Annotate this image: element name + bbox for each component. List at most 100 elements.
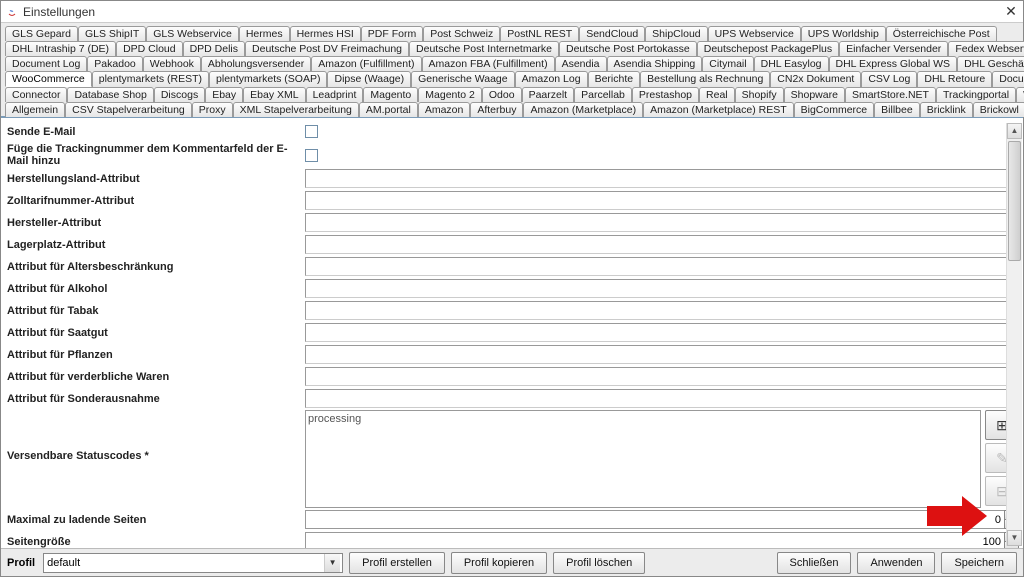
tab-parcellab[interactable]: Parcellab — [574, 87, 632, 102]
tab-abholungsversender[interactable]: Abholungsversender — [201, 56, 311, 71]
scroll-up-button[interactable]: ▲ — [1007, 123, 1022, 139]
tab-magento-2[interactable]: Magento 2 — [418, 87, 482, 102]
tab-leadprint[interactable]: Leadprint — [306, 87, 364, 102]
tab-brickowl[interactable]: Brickowl — [973, 102, 1024, 117]
tab-plentymarkets-rest-[interactable]: plentymarkets (REST) — [92, 71, 209, 87]
input-lagerplatz[interactable] — [305, 235, 1019, 254]
tab-asendia[interactable]: Asendia — [555, 56, 607, 71]
create-profile-button[interactable]: Profil erstellen — [349, 552, 445, 574]
listbox-statuscodes[interactable]: processing — [305, 410, 981, 508]
tab-csv-stapelverarbeitung[interactable]: CSV Stapelverarbeitung — [65, 102, 192, 117]
tab-amazon-marketplace-[interactable]: Amazon (Marketplace) — [523, 102, 643, 117]
tab-amazon-log[interactable]: Amazon Log — [515, 71, 588, 87]
input-seitengroesse[interactable] — [305, 532, 1004, 548]
tab-post-schweiz[interactable]: Post Schweiz — [423, 26, 500, 41]
tab-billbee[interactable]: Billbee — [874, 102, 920, 117]
input-herstellungsland[interactable] — [305, 169, 1019, 188]
tab-gls-webservice[interactable]: GLS Webservice — [146, 26, 239, 41]
tab-prestashop[interactable]: Prestashop — [632, 87, 699, 102]
scroll-thumb[interactable] — [1008, 141, 1021, 261]
tab-dpd-delis[interactable]: DPD Delis — [183, 41, 245, 56]
tab-sendcloud[interactable]: SendCloud — [579, 26, 645, 41]
delete-profile-button[interactable]: Profil löschen — [553, 552, 645, 574]
tab-bricklink[interactable]: Bricklink — [920, 102, 973, 117]
tab-document-downloader[interactable]: Document Downloader — [992, 71, 1024, 87]
tab-webhook[interactable]: Webhook — [143, 56, 201, 71]
tab-shopware[interactable]: Shopware — [784, 87, 845, 102]
apply-button[interactable]: Anwenden — [857, 552, 935, 574]
tab-ups-worldship[interactable]: UPS Worldship — [801, 26, 886, 41]
tab-dhl-express-global-ws[interactable]: DHL Express Global WS — [829, 56, 958, 71]
input-tabak[interactable] — [305, 301, 1019, 320]
tab-weclapp[interactable]: Weclapp — [1016, 87, 1024, 102]
profile-combobox[interactable]: default ▼ — [43, 553, 343, 573]
tab-csv-log[interactable]: CSV Log — [861, 71, 917, 87]
tab-fedex-webservice[interactable]: Fedex Webservice — [948, 41, 1024, 56]
tab-gls-gepard[interactable]: GLS Gepard — [5, 26, 78, 41]
input-hersteller[interactable] — [305, 213, 1019, 232]
tab-proxy[interactable]: Proxy — [192, 102, 233, 117]
tab-ebay[interactable]: Ebay — [205, 87, 243, 102]
tab-amazon[interactable]: Amazon — [418, 102, 471, 117]
tab-discogs[interactable]: Discogs — [154, 87, 205, 102]
tab-einfacher-versender[interactable]: Einfacher Versender — [839, 41, 948, 56]
tab-magento[interactable]: Magento — [363, 87, 418, 102]
scrollbar[interactable]: ▲ ▼ — [1006, 123, 1022, 546]
tab-bestellung-als-rechnung[interactable]: Bestellung als Rechnung — [640, 71, 770, 87]
tab-real[interactable]: Real — [699, 87, 735, 102]
tab-amazon-fulfillment-[interactable]: Amazon (Fulfillment) — [311, 56, 421, 71]
tab-dhl-intraship-7-de-[interactable]: DHL Intraship 7 (DE) — [5, 41, 116, 56]
tab-paarzelt[interactable]: Paarzelt — [522, 87, 575, 102]
tab-ebay-xml[interactable]: Ebay XML — [243, 87, 305, 102]
tab-plentymarkets-soap-[interactable]: plentymarkets (SOAP) — [209, 71, 327, 87]
tab-dhl-easylog[interactable]: DHL Easylog — [754, 56, 829, 71]
tab-citymail[interactable]: Citymail — [702, 56, 753, 71]
tab-ups-webservice[interactable]: UPS Webservice — [708, 26, 801, 41]
tab-afterbuy[interactable]: Afterbuy — [470, 102, 523, 117]
input-saatgut[interactable] — [305, 323, 1019, 342]
close-icon[interactable]: ✕ — [1003, 4, 1019, 20]
tab-hermes[interactable]: Hermes — [239, 26, 290, 41]
tab-smartstore-net[interactable]: SmartStore.NET — [845, 87, 936, 102]
tab-deutschepost-packageplus[interactable]: Deutschepost PackagePlus — [697, 41, 839, 56]
tab-berichte[interactable]: Berichte — [588, 71, 641, 87]
tab-asendia-shipping[interactable]: Asendia Shipping — [607, 56, 703, 71]
tab--sterreichische-post[interactable]: Österreichische Post — [886, 26, 997, 41]
tab-dhl-retoure[interactable]: DHL Retoure — [917, 71, 992, 87]
tab-allgemein[interactable]: Allgemein — [5, 102, 65, 117]
tab-cn2x-dokument[interactable]: CN2x Dokument — [770, 71, 861, 87]
tab-shopify[interactable]: Shopify — [735, 87, 784, 102]
tab-connector[interactable]: Connector — [5, 87, 67, 102]
tab-hermes-hsi[interactable]: Hermes HSI — [290, 26, 361, 41]
tab-pakadoo[interactable]: Pakadoo — [87, 56, 142, 71]
tab-bigcommerce[interactable]: BigCommerce — [794, 102, 875, 117]
close-button[interactable]: Schließen — [777, 552, 852, 574]
checkbox-send-email[interactable] — [305, 125, 318, 138]
tab-woocommerce[interactable]: WooCommerce — [5, 71, 92, 87]
input-pflanzen[interactable] — [305, 345, 1019, 364]
tab-dpd-cloud[interactable]: DPD Cloud — [116, 41, 183, 56]
tab-dhl-gesch-ftskundenversand[interactable]: DHL Geschäftskundenversand — [957, 56, 1024, 71]
tab-pdf-form[interactable]: PDF Form — [361, 26, 423, 41]
input-alter[interactable] — [305, 257, 1019, 276]
tab-gls-shipit[interactable]: GLS ShipIT — [78, 26, 146, 41]
tab-am-portal[interactable]: AM.portal — [359, 102, 418, 117]
tab-shipcloud[interactable]: ShipCloud — [645, 26, 707, 41]
tab-amazon-fba-fulfillment-[interactable]: Amazon FBA (Fulfillment) — [422, 56, 555, 71]
tab-xml-stapelverarbeitung[interactable]: XML Stapelverarbeitung — [233, 102, 359, 117]
input-max-seiten[interactable] — [305, 510, 1004, 529]
tab-dipse-waage-[interactable]: Dipse (Waage) — [327, 71, 411, 87]
input-zolltarif[interactable] — [305, 191, 1019, 210]
tab-amazon-marketplace-rest[interactable]: Amazon (Marketplace) REST — [643, 102, 794, 117]
tab-generische-waage[interactable]: Generische Waage — [411, 71, 515, 87]
list-item[interactable]: processing — [308, 413, 978, 425]
checkbox-tracking-comment[interactable] — [305, 149, 318, 162]
tab-document-log[interactable]: Document Log — [5, 56, 87, 71]
tab-trackingportal[interactable]: Trackingportal — [936, 87, 1016, 102]
tab-deutsche-post-internetmarke[interactable]: Deutsche Post Internetmarke — [409, 41, 559, 56]
save-button[interactable]: Speichern — [941, 552, 1017, 574]
input-alkohol[interactable] — [305, 279, 1019, 298]
tab-deutsche-post-dv-freimachung[interactable]: Deutsche Post DV Freimachung — [245, 41, 409, 56]
tab-deutsche-post-portokasse[interactable]: Deutsche Post Portokasse — [559, 41, 697, 56]
tab-odoo[interactable]: Odoo — [482, 87, 522, 102]
